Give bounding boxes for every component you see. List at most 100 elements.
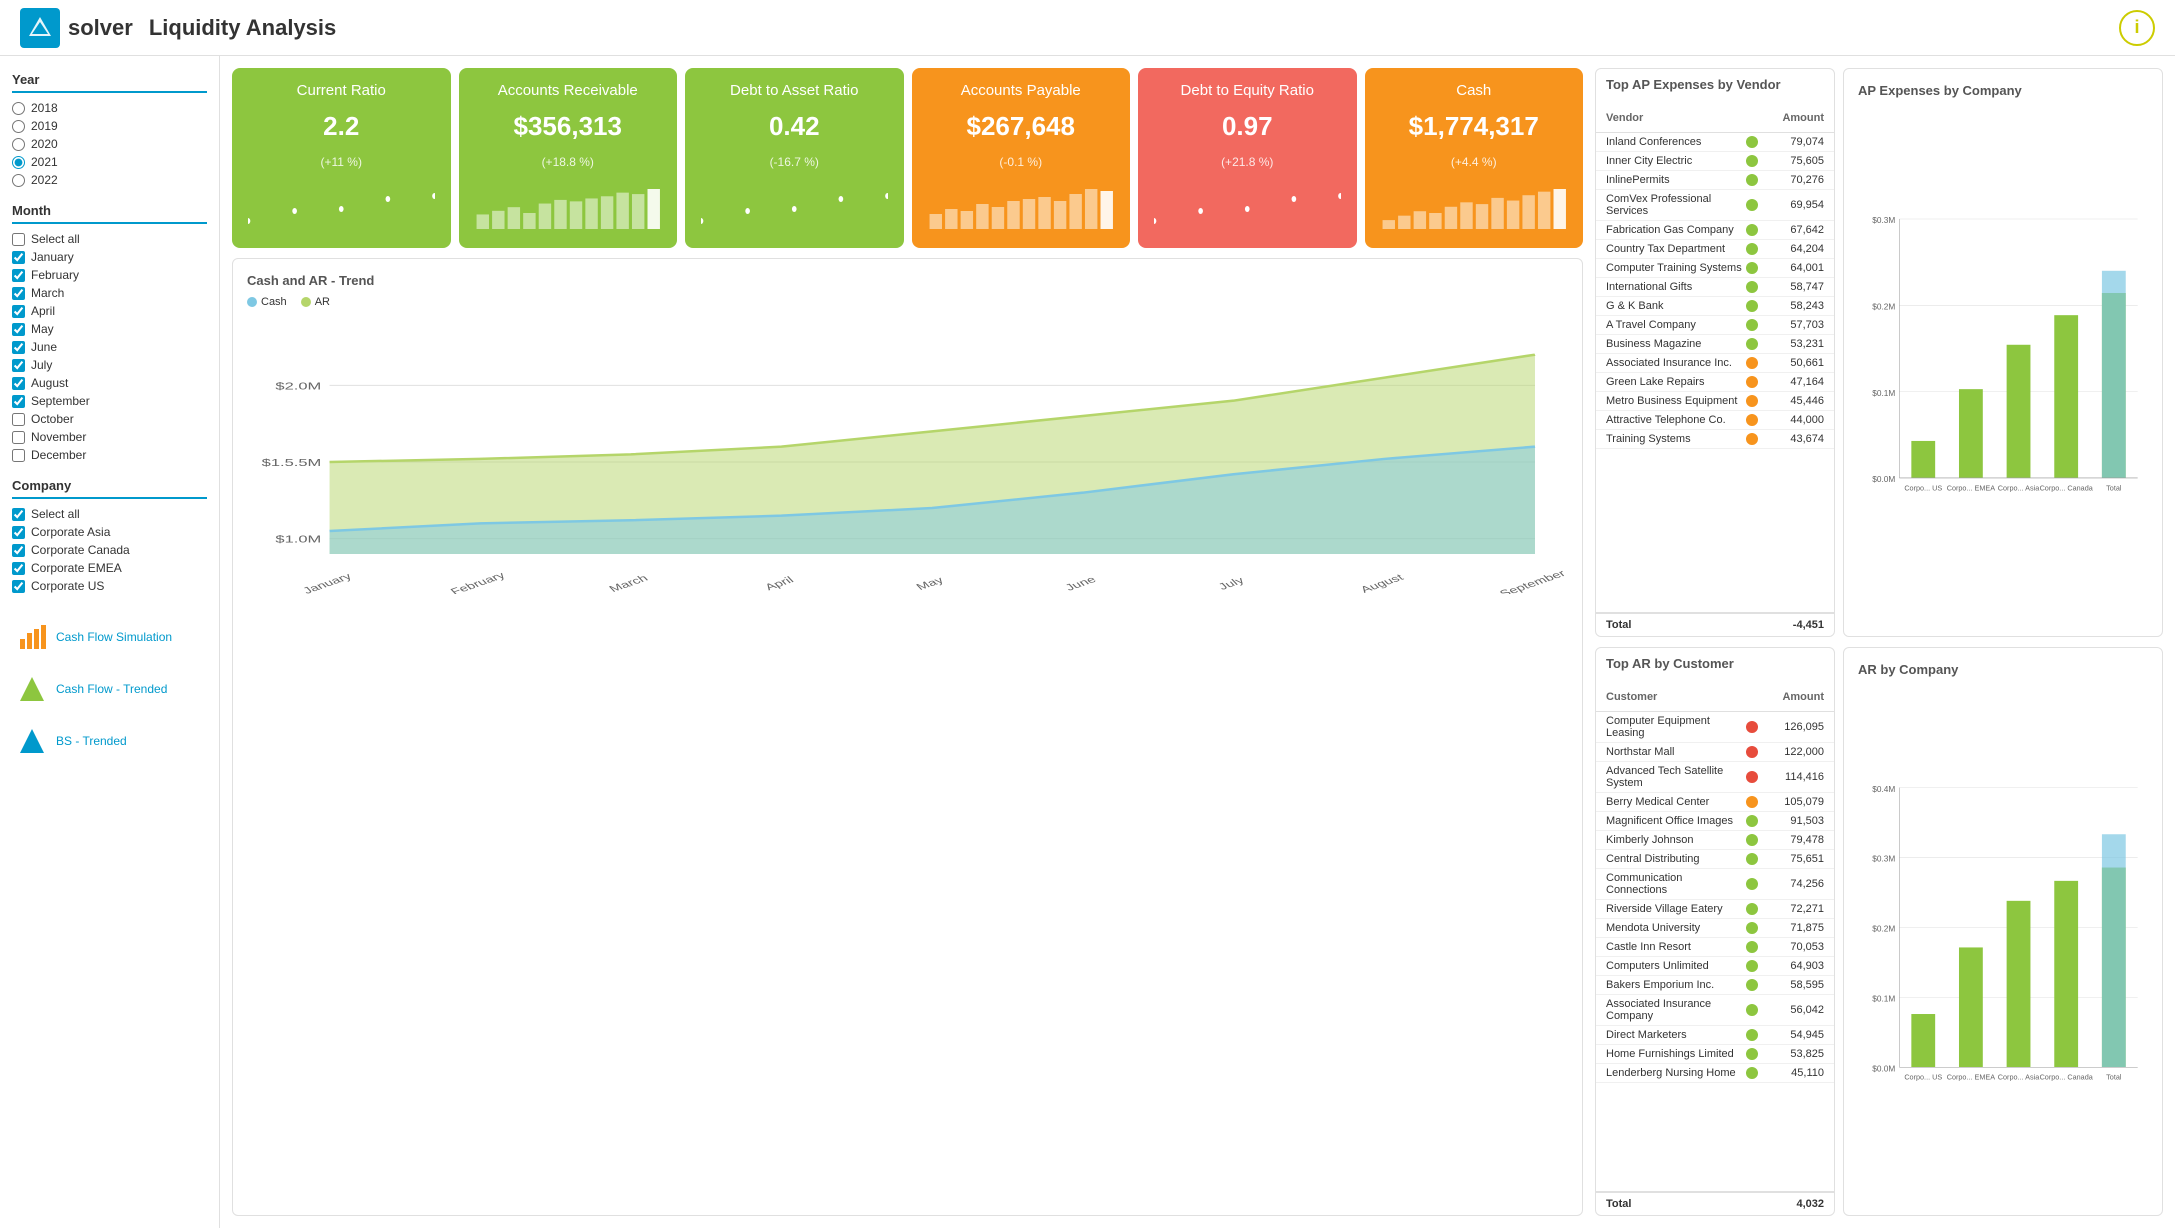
- table-row[interactable]: International Gifts 58,747: [1596, 278, 1834, 297]
- table-row[interactable]: ComVex Professional Services 69,954: [1596, 190, 1834, 221]
- kpi-change-3: (-0.1 %): [928, 155, 1115, 169]
- page-title: Liquidity Analysis: [149, 15, 336, 41]
- kpi-sparkline-2: [701, 181, 888, 234]
- header: solver Liquidity Analysis i: [0, 0, 2175, 56]
- month-option-October[interactable]: October: [12, 412, 207, 426]
- trend-chart-area: $1.0M $1.5.5M $2.0M JanuaryFebruaryMarch…: [247, 314, 1568, 594]
- svg-text:$0.4M: $0.4M: [1872, 785, 1895, 794]
- kpi-change-2: (-16.7 %): [701, 155, 888, 169]
- table-row[interactable]: Home Furnishings Limited 53,825: [1596, 1045, 1834, 1064]
- kpi-card-4: Debt to Equity Ratio 0.97 (+21.8 %): [1138, 68, 1357, 248]
- kpi-title-2: Debt to Asset Ratio: [701, 82, 888, 99]
- month-option-September[interactable]: September: [12, 394, 207, 408]
- kpi-change-1: (+18.8 %): [475, 155, 662, 169]
- center-content: Current Ratio 2.2 (+11 %) Accounts Recei…: [220, 56, 1595, 1228]
- top-ar-title: Top AR by Customer: [1596, 648, 1834, 675]
- kpi-title-1: Accounts Receivable: [475, 82, 662, 99]
- month-option-April[interactable]: April: [12, 304, 207, 318]
- table-row[interactable]: Metro Business Equipment 45,446: [1596, 392, 1834, 411]
- table-row[interactable]: Mendota University 71,875: [1596, 919, 1834, 938]
- table-row[interactable]: Country Tax Department 64,204: [1596, 240, 1834, 259]
- svg-text:Corpo... US: Corpo... US: [1904, 483, 1942, 492]
- table-row[interactable]: Magnificent Office Images 91,503: [1596, 812, 1834, 831]
- svg-text:Corpo... Canada: Corpo... Canada: [2040, 1073, 2094, 1082]
- logo-text: solver: [68, 15, 133, 41]
- kpi-title-4: Debt to Equity Ratio: [1154, 82, 1341, 99]
- table-row[interactable]: Northstar Mall 122,000: [1596, 743, 1834, 762]
- company-option-corporate-us[interactable]: Corporate US: [12, 579, 207, 593]
- table-row[interactable]: Communication Connections 74,256: [1596, 869, 1834, 900]
- table-row[interactable]: Associated Insurance Inc. 50,661: [1596, 354, 1834, 373]
- table-row[interactable]: Bakers Emporium Inc. 58,595: [1596, 976, 1834, 995]
- ap-table-body: Inland Conferences 79,074Inner City Elec…: [1596, 133, 1834, 612]
- table-row[interactable]: Lenderberg Nursing Home 45,110: [1596, 1064, 1834, 1083]
- table-row[interactable]: Direct Marketers 54,945: [1596, 1026, 1834, 1045]
- company-option-corporate-asia[interactable]: Corporate Asia: [12, 525, 207, 539]
- kpi-card-1: Accounts Receivable $356,313 (+18.8 %): [459, 68, 678, 248]
- month-option-May[interactable]: May: [12, 322, 207, 336]
- table-row[interactable]: Computer Equipment Leasing 126,095: [1596, 712, 1834, 743]
- table-row[interactable]: Associated Insurance Company 56,042: [1596, 995, 1834, 1026]
- table-row[interactable]: Riverside Village Eatery 72,271: [1596, 900, 1834, 919]
- month-option-August[interactable]: August: [12, 376, 207, 390]
- nav-link-1[interactable]: Cash Flow - Trended: [12, 665, 207, 713]
- month-select-all[interactable]: Select all: [12, 232, 207, 246]
- table-row[interactable]: A Travel Company 57,703: [1596, 316, 1834, 335]
- ap-bar-svg: $0.0M $0.1M $0.2M $0.3MCorpo... USCorpo.…: [1858, 106, 2148, 622]
- company-select-all[interactable]: Select all: [12, 507, 207, 521]
- ap-row: Top AP Expenses by Vendor Vendor Amount …: [1595, 68, 2163, 637]
- company-option-corporate-emea[interactable]: Corporate EMEA: [12, 561, 207, 575]
- nav-link-text-2: BS - Trended: [56, 734, 127, 748]
- table-row[interactable]: InlinePermits 70,276: [1596, 171, 1834, 190]
- company-option-corporate-canada[interactable]: Corporate Canada: [12, 543, 207, 557]
- top-ar-panel: Top AR by Customer Customer Amount Compu…: [1595, 647, 1835, 1216]
- ar-legend-dot: [301, 297, 311, 307]
- table-row[interactable]: Advanced Tech Satellite System 114,416: [1596, 762, 1834, 793]
- nav-link-2[interactable]: BS - Trended: [12, 717, 207, 765]
- year-option-2020[interactable]: 2020: [12, 137, 207, 151]
- month-option-December[interactable]: December: [12, 448, 207, 462]
- table-row[interactable]: Attractive Telephone Co. 44,000: [1596, 411, 1834, 430]
- kpi-card-3: Accounts Payable $267,648 (-0.1 %): [912, 68, 1131, 248]
- table-row[interactable]: Green Lake Repairs 47,164: [1596, 373, 1834, 392]
- year-option-2021[interactable]: 2021: [12, 155, 207, 169]
- table-row[interactable]: Computer Training Systems 64,001: [1596, 259, 1834, 278]
- year-options: 2018 2019 2020 2021 2022: [12, 101, 207, 187]
- year-option-2022[interactable]: 2022: [12, 173, 207, 187]
- sidebar: Year 20182019202020212022 Month Select a…: [0, 56, 220, 1228]
- table-row[interactable]: Inland Conferences 79,074: [1596, 133, 1834, 152]
- table-row[interactable]: Central Distributing 75,651: [1596, 850, 1834, 869]
- month-option-July[interactable]: July: [12, 358, 207, 372]
- svg-text:$0.0M: $0.0M: [1872, 475, 1895, 484]
- month-option-March[interactable]: March: [12, 286, 207, 300]
- table-row[interactable]: Business Magazine 53,231: [1596, 335, 1834, 354]
- svg-text:Corpo... US: Corpo... US: [1904, 1073, 1942, 1082]
- year-option-2019[interactable]: 2019: [12, 119, 207, 133]
- kpi-value-2: 0.42: [701, 111, 888, 142]
- year-option-2018[interactable]: 2018: [12, 101, 207, 115]
- table-row[interactable]: Fabrication Gas Company 67,642: [1596, 221, 1834, 240]
- table-row[interactable]: G & K Bank 58,243: [1596, 297, 1834, 316]
- month-option-February[interactable]: February: [12, 268, 207, 282]
- table-row[interactable]: Kimberly Johnson 79,478: [1596, 831, 1834, 850]
- svg-text:$1.0M: $1.0M: [275, 534, 321, 545]
- kpi-change-0: (+11 %): [248, 155, 435, 169]
- nav-link-0[interactable]: Cash Flow Simulation: [12, 613, 207, 661]
- table-row[interactable]: Berry Medical Center 105,079: [1596, 793, 1834, 812]
- info-button[interactable]: i: [2119, 10, 2155, 46]
- svg-text:$0.1M: $0.1M: [1872, 389, 1895, 398]
- svg-text:Corpo... Asia: Corpo... Asia: [1998, 483, 2040, 492]
- table-row[interactable]: Castle Inn Resort 70,053: [1596, 938, 1834, 957]
- month-option-November[interactable]: November: [12, 430, 207, 444]
- table-row[interactable]: Inner City Electric 75,605: [1596, 152, 1834, 171]
- ar-table-footer: Total 4,032: [1596, 1191, 1834, 1215]
- month-option-June[interactable]: June: [12, 340, 207, 354]
- svg-text:$0.3M: $0.3M: [1872, 855, 1895, 864]
- kpi-card-2: Debt to Asset Ratio 0.42 (-16.7 %): [685, 68, 904, 248]
- table-row[interactable]: Computers Unlimited 64,903: [1596, 957, 1834, 976]
- kpi-title-3: Accounts Payable: [928, 82, 1115, 99]
- month-option-January[interactable]: January: [12, 250, 207, 264]
- svg-text:February: February: [448, 570, 509, 594]
- table-row[interactable]: Training Systems 43,674: [1596, 430, 1834, 449]
- svg-text:Corpo... Canada: Corpo... Canada: [2040, 483, 2094, 492]
